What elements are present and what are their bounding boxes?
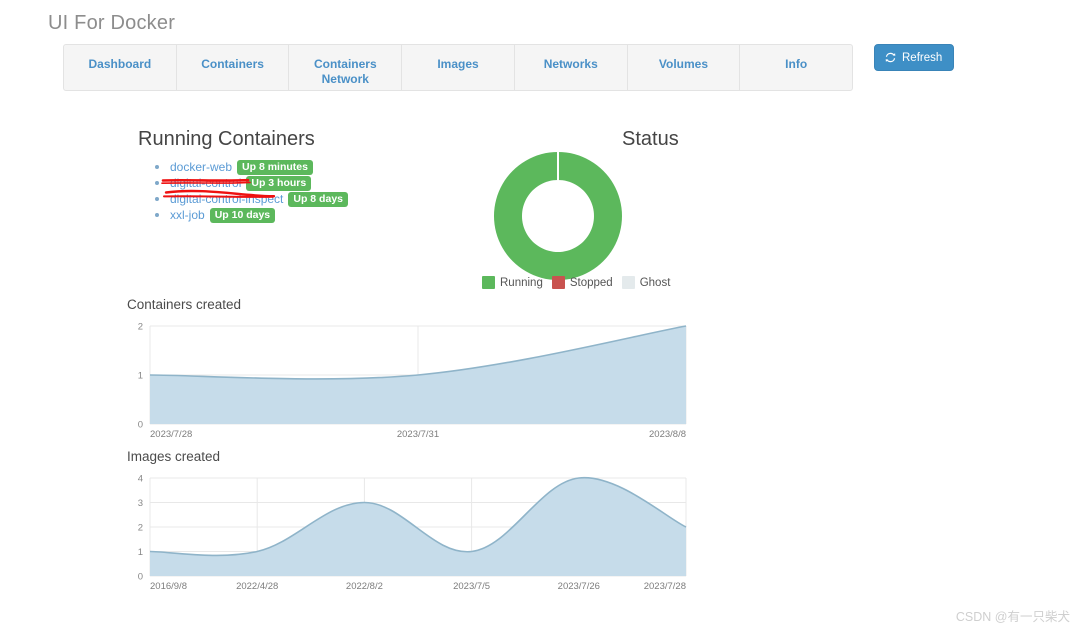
chart-title: Images created xyxy=(127,449,688,464)
tab-label: Dashboard xyxy=(89,57,152,72)
refresh-button[interactable]: Refresh xyxy=(874,44,954,71)
chart-title: Containers created xyxy=(127,297,688,312)
container-name-link[interactable]: digital-control-inspect xyxy=(170,192,283,206)
tab-label: Containers Network xyxy=(289,57,401,87)
container-status-badge: Up 10 days xyxy=(210,208,275,223)
running-containers-title: Running Containers xyxy=(138,128,315,151)
running-containers-list: docker-web Up 8 minutesdigital-control Up … xyxy=(152,159,348,223)
status-title: Status xyxy=(622,128,679,151)
legend-swatch xyxy=(552,276,565,289)
images-created-chart: Images created 0 1 2 3 4 2016/9/8 2022/4/28 202… xyxy=(122,449,688,592)
status-legend: Running Stopped Ghost xyxy=(482,276,670,289)
page-title: UI For Docker xyxy=(48,12,175,35)
y-axis-tick-label: 0 xyxy=(138,572,143,583)
legend-item-stopped[interactable]: Stopped xyxy=(552,276,613,289)
refresh-label: Refresh xyxy=(902,52,942,64)
legend-item-running[interactable]: Running xyxy=(482,276,543,289)
y-axis-tick-label: 1 xyxy=(138,547,143,558)
y-axis-tick-label: 3 xyxy=(138,498,143,509)
tab-label: Volumes xyxy=(659,57,708,72)
x-axis-tick-label: 2023/7/26 xyxy=(558,581,600,592)
container-status-badge: Up 8 days xyxy=(288,192,348,207)
tab-label: Containers xyxy=(201,57,264,72)
legend-label: Ghost xyxy=(640,277,671,289)
container-status-badge: Up 3 hours xyxy=(246,176,311,191)
x-axis-tick-label: 2023/7/31 xyxy=(397,429,439,440)
x-axis-tick-label: 2023/7/28 xyxy=(150,429,192,440)
tab-images[interactable]: Images xyxy=(402,45,515,90)
x-axis-tick-label: 2023/7/5 xyxy=(453,581,490,592)
x-axis-tick-label: 2022/8/2 xyxy=(346,581,383,592)
container-list-item: digital-control-inspect Up 8 days xyxy=(170,191,348,207)
legend-item-ghost[interactable]: Ghost xyxy=(622,276,671,289)
container-name-link[interactable]: digital-control xyxy=(170,176,241,190)
y-axis-tick-label: 2 xyxy=(138,322,143,333)
container-list-item: xxl-job Up 10 days xyxy=(170,207,348,223)
tab-label: Images xyxy=(437,57,478,72)
tab-volumes[interactable]: Volumes xyxy=(628,45,741,90)
y-axis-tick-label: 4 xyxy=(138,474,143,485)
legend-swatch xyxy=(622,276,635,289)
tab-info[interactable]: Info xyxy=(740,45,852,90)
y-axis-tick-label: 0 xyxy=(138,420,143,431)
watermark: CSDN @有一只柴犬 xyxy=(956,606,1070,625)
container-list-item: docker-web Up 8 minutes xyxy=(170,159,348,175)
y-axis-tick-label: 1 xyxy=(138,371,143,382)
container-status-badge: Up 8 minutes xyxy=(237,160,313,175)
containers-created-chart: Containers created 0 1 2 2023/7/28 2023/7/31… xyxy=(122,297,688,440)
legend-swatch xyxy=(482,276,495,289)
tab-containers[interactable]: Containers xyxy=(177,45,290,90)
tab-networks[interactable]: Networks xyxy=(515,45,628,90)
legend-label: Stopped xyxy=(570,277,613,289)
legend-label: Running xyxy=(500,277,543,289)
container-name-link[interactable]: docker-web xyxy=(170,160,232,174)
chart-canvas: 0 1 2 2023/7/28 2023/7/31 2023/8/8 xyxy=(122,318,688,440)
tab-dashboard[interactable]: Dashboard xyxy=(64,45,177,90)
x-axis-tick-label: 2016/9/8 xyxy=(150,581,187,592)
tab-bar: Dashboard Containers Containers Network Ima… xyxy=(63,44,853,91)
status-donut-chart xyxy=(492,150,624,282)
x-axis-tick-label: 2022/4/28 xyxy=(236,581,278,592)
refresh-icon xyxy=(884,51,897,64)
tab-label: Info xyxy=(785,57,807,72)
tab-label: Networks xyxy=(544,57,598,72)
y-axis-tick-label: 2 xyxy=(138,523,143,534)
container-name-link[interactable]: xxl-job xyxy=(170,208,205,222)
chart-canvas: 0 1 2 3 4 2016/9/8 2022/4/28 2022/8/2 2023/7/5 20… xyxy=(122,470,688,592)
container-list-item: digital-control Up 3 hours xyxy=(170,175,348,191)
x-axis-tick-label: 2023/8/8 xyxy=(649,429,686,440)
x-axis-tick-label: 2023/7/28 xyxy=(644,581,686,592)
tab-containers-network[interactable]: Containers Network xyxy=(289,45,402,90)
